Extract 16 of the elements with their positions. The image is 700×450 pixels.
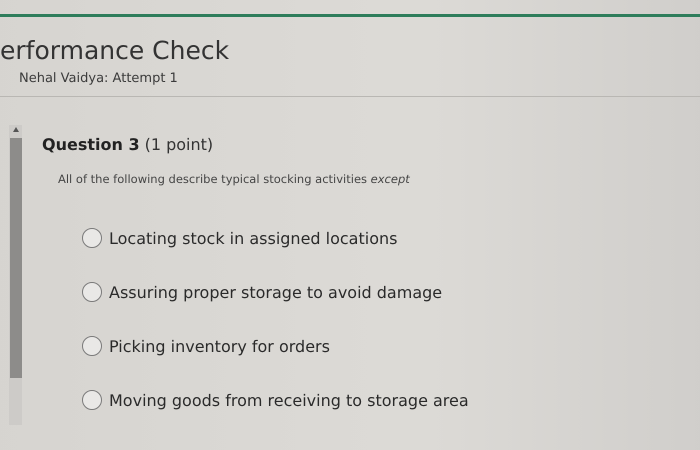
answer-option[interactable]: Locating stock in assigned locations bbox=[109, 228, 398, 248]
radio-button[interactable] bbox=[82, 228, 102, 248]
page-title: erformance Check bbox=[0, 35, 230, 67]
scrollbar[interactable] bbox=[9, 125, 22, 425]
question-number: Question 3 bbox=[42, 135, 140, 154]
question-prompt: All of the following describe typical stocking activities except bbox=[58, 172, 411, 186]
question-points: (1 point) bbox=[144, 135, 214, 154]
attempt-label: Nehal Vaidya: Attempt 1 bbox=[19, 71, 179, 86]
scrollbar-thumb[interactable] bbox=[10, 138, 22, 378]
answer-option[interactable]: Picking inventory for orders bbox=[109, 336, 330, 356]
radio-button[interactable] bbox=[82, 282, 102, 302]
scroll-up-icon[interactable] bbox=[12, 127, 18, 132]
radio-button[interactable] bbox=[82, 336, 102, 356]
answer-option[interactable]: Moving goods from receiving to storage area bbox=[109, 390, 469, 410]
radio-button[interactable] bbox=[82, 390, 102, 410]
answer-option[interactable]: Assuring proper storage to avoid damage bbox=[109, 282, 442, 302]
